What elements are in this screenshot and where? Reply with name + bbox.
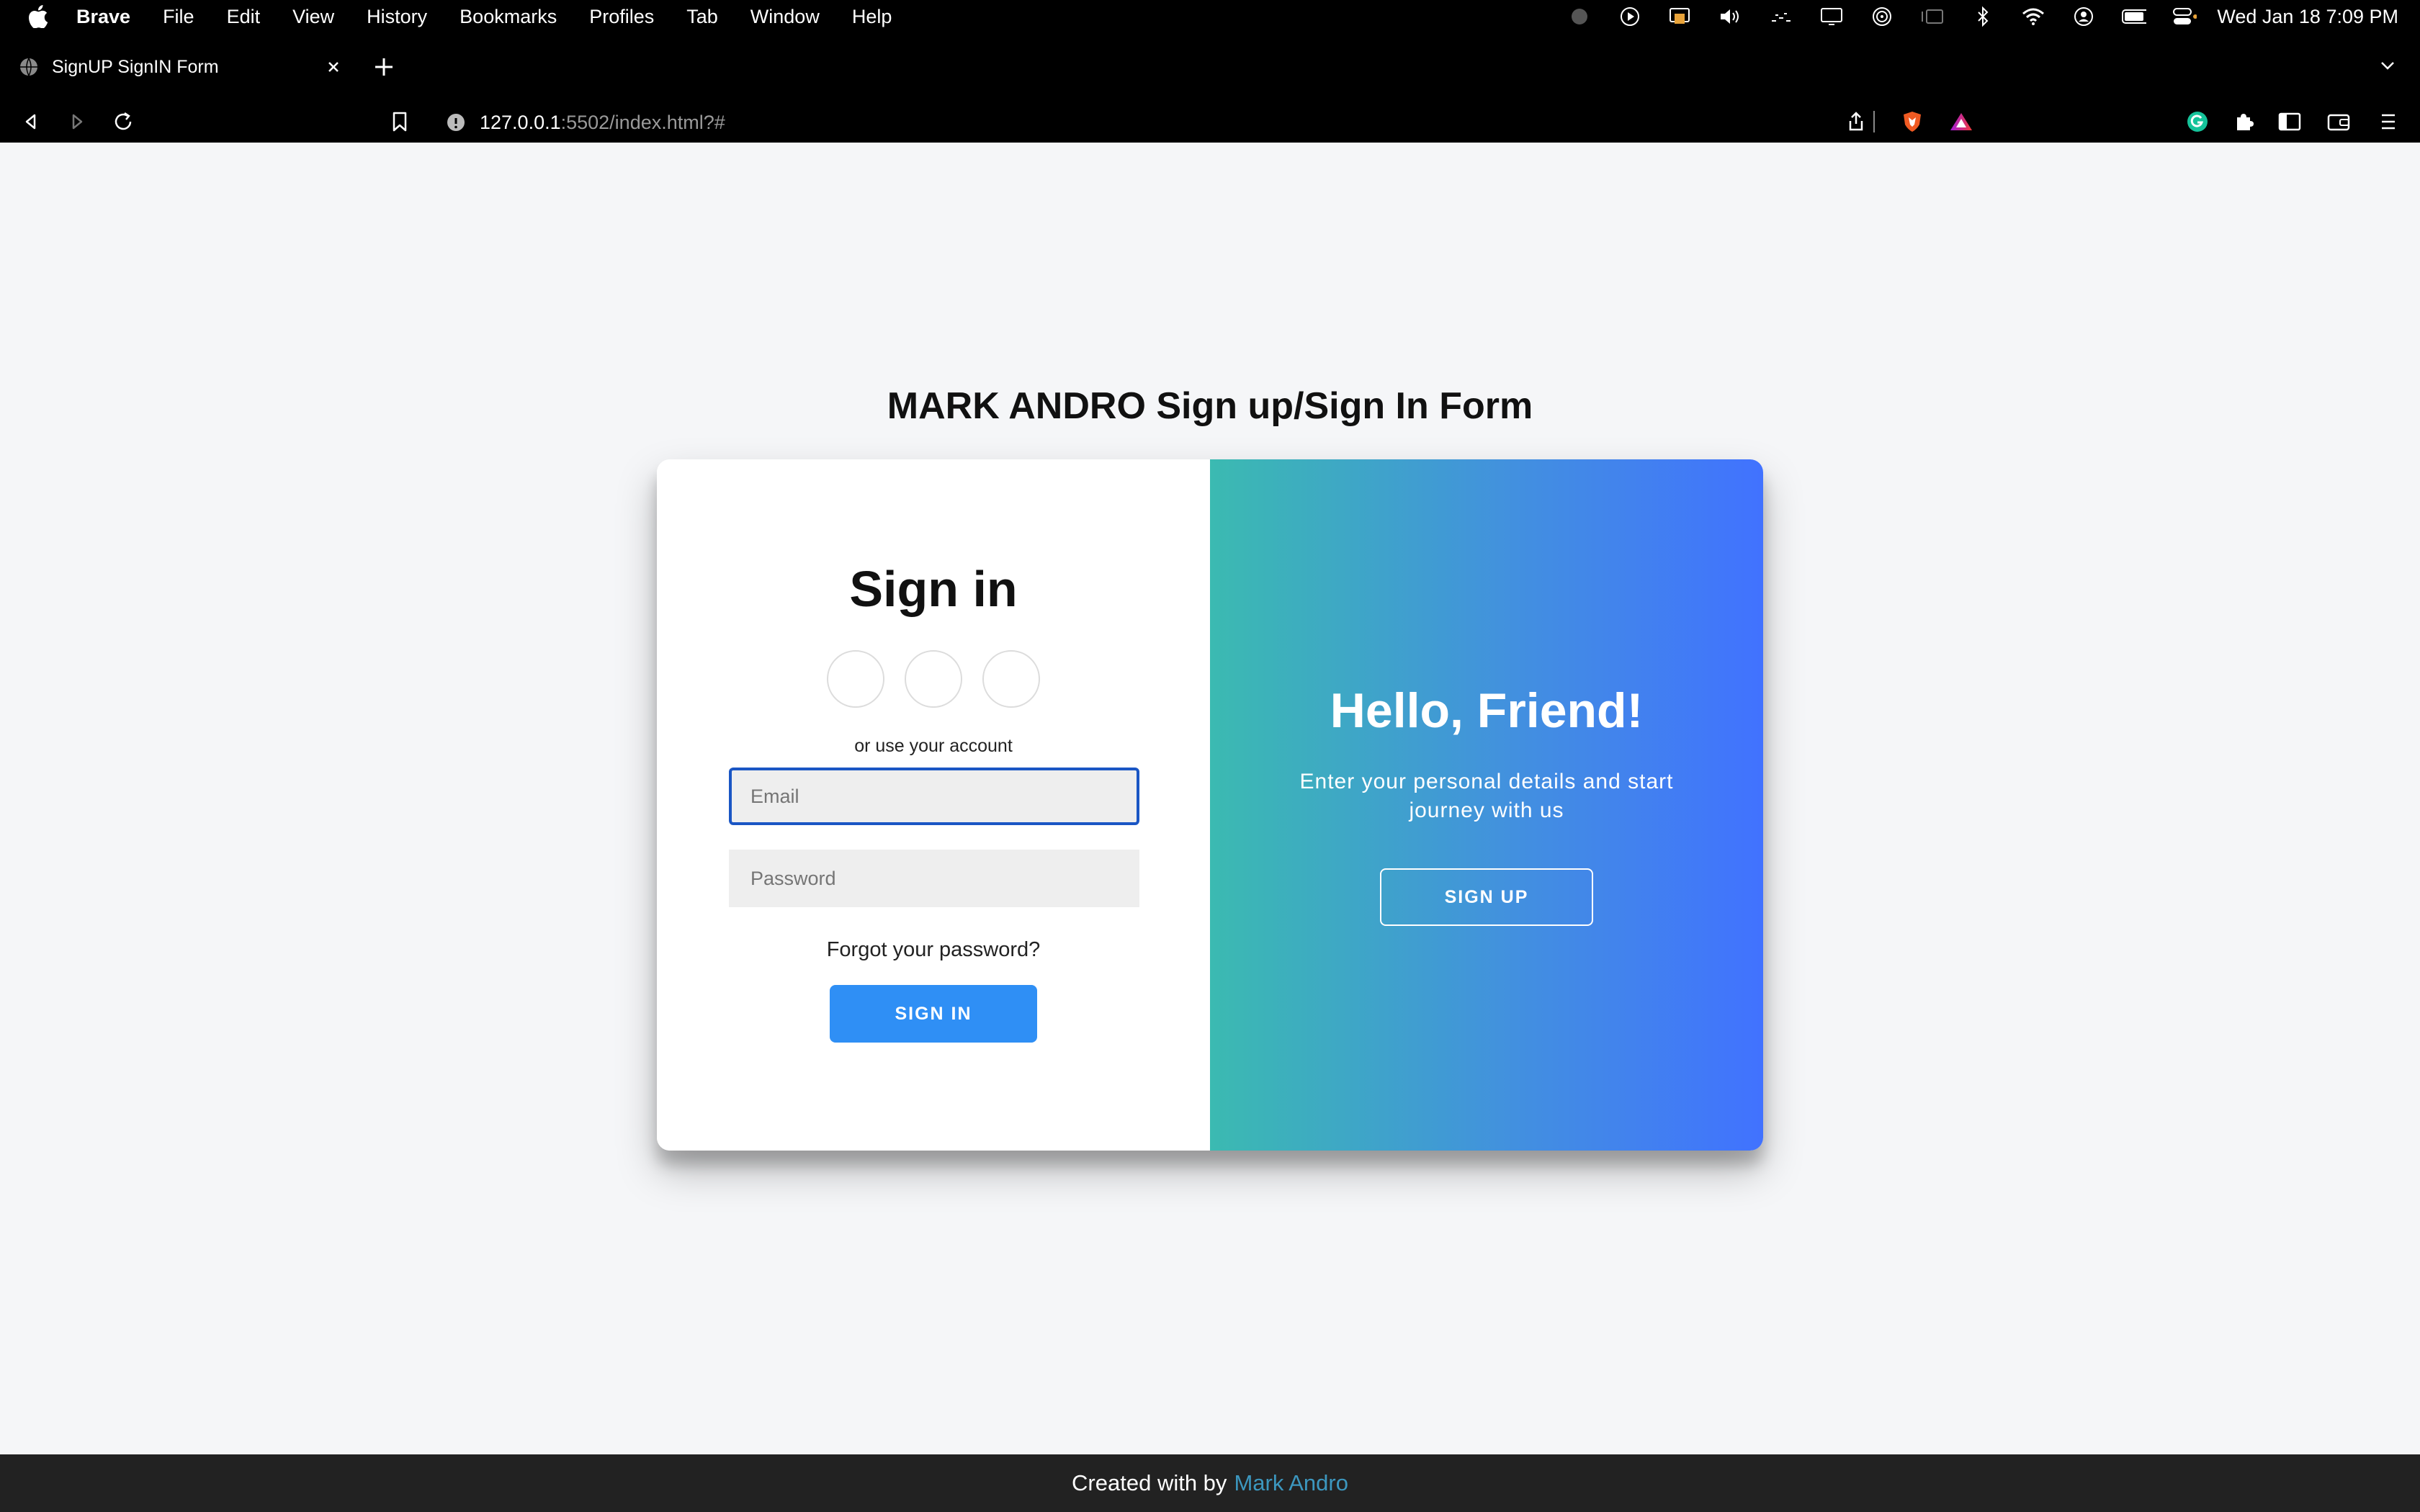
status-area: Wed Jan 18 7:09 PM <box>1541 6 2420 28</box>
play-icon[interactable] <box>1618 6 1642 27</box>
password-field[interactable] <box>729 850 1139 907</box>
chevron-down-icon[interactable] <box>2377 55 2398 76</box>
share-icon[interactable] <box>1844 109 1868 134</box>
control-center-icon[interactable] <box>2172 6 2197 27</box>
info-icon[interactable] <box>447 113 465 132</box>
sidebar-toggle-icon[interactable] <box>2277 109 2302 134</box>
menubar-clock[interactable]: Wed Jan 18 7:09 PM <box>2217 6 2398 28</box>
user-account-icon[interactable] <box>2071 6 2096 27</box>
screen-mirror-icon[interactable] <box>1668 6 1693 27</box>
overlay-text: Enter your personal details and start jo… <box>1299 770 1674 822</box>
stage-manager-icon[interactable] <box>1920 6 1945 27</box>
forward-icon[interactable] <box>65 109 89 134</box>
menu-bookmarks[interactable]: Bookmarks <box>460 6 557 28</box>
browser-toolbar: 127.0.0.1:5502/index.html?# <box>0 101 2420 143</box>
record-icon[interactable] <box>1567 6 1592 27</box>
signin-panel: Sign in or use your account Forgot your … <box>657 459 1210 1151</box>
url-host: 127.0.0.1 <box>480 111 561 133</box>
menu-profiles[interactable]: Profiles <box>589 6 654 28</box>
menu-view[interactable]: View <box>292 6 334 28</box>
bluetooth-icon[interactable] <box>1971 6 1995 27</box>
menu-tab[interactable]: Tab <box>686 6 718 28</box>
brave-rewards-icon[interactable] <box>1949 109 1973 134</box>
sign-in-button[interactable]: SIGN IN <box>830 985 1037 1043</box>
auth-card: Sign in or use your account Forgot your … <box>657 459 1763 1151</box>
overlay-heading: Hello, Friend! <box>1330 683 1644 738</box>
tab-title: SignUP SignIN Form <box>52 56 219 77</box>
or-use-account-text: or use your account <box>854 736 1013 756</box>
footer-author-link[interactable]: Mark Andro <box>1234 1470 1348 1496</box>
globe-icon <box>20 58 37 76</box>
page-content: MARK ANDRO Sign up/Sign In Form Sign in … <box>0 143 2420 1454</box>
apple-logo-icon[interactable] <box>27 5 49 28</box>
wifi-icon[interactable] <box>2021 6 2045 27</box>
volume-icon[interactable] <box>1718 6 1743 27</box>
wallet-icon[interactable] <box>2326 109 2351 134</box>
menu-app-name[interactable]: Brave <box>76 6 130 28</box>
address-bar[interactable]: 127.0.0.1:5502/index.html?# <box>447 108 725 137</box>
menu-window[interactable]: Window <box>750 6 820 28</box>
airdrop-icon[interactable] <box>1870 6 1894 27</box>
overlay-panel: Hello, Friend! Enter your personal detai… <box>1210 459 1763 1151</box>
display-icon[interactable] <box>1819 6 1844 27</box>
extensions-icon[interactable] <box>2231 109 2256 134</box>
browser-tab-active[interactable]: SignUP SignIN Form <box>0 46 360 88</box>
reload-icon[interactable] <box>111 109 135 134</box>
close-tab-icon[interactable] <box>323 56 344 78</box>
menu-hamburger-icon[interactable] <box>2375 109 2400 134</box>
battery-icon[interactable] <box>2122 6 2147 27</box>
browser-tab-strip: SignUP SignIN Form <box>0 33 2420 101</box>
dictation-icon[interactable] <box>1769 6 1793 27</box>
signin-heading: Sign in <box>849 561 1018 617</box>
toolbar-divider <box>1873 109 1876 134</box>
new-tab-icon[interactable] <box>372 55 396 79</box>
social-login-linkedin-button[interactable] <box>982 650 1040 708</box>
back-icon[interactable] <box>19 109 43 134</box>
grammarly-icon[interactable] <box>2185 109 2210 134</box>
url-path: :5502/index.html?# <box>560 111 725 133</box>
social-login-google-button[interactable] <box>905 650 962 708</box>
forgot-password-link[interactable]: Forgot your password? <box>657 938 1210 962</box>
brave-shields-icon[interactable] <box>1900 109 1924 134</box>
bookmark-icon[interactable] <box>387 109 412 134</box>
footer-text: Created with by <box>1072 1470 1227 1495</box>
menu-help[interactable]: Help <box>852 6 892 28</box>
page-footer: Created with by Mark Andro <box>0 1454 2420 1512</box>
menu-file[interactable]: File <box>163 6 194 28</box>
social-login-facebook-button[interactable] <box>827 650 884 708</box>
menu-edit[interactable]: Edit <box>227 6 261 28</box>
menu-history[interactable]: History <box>367 6 427 28</box>
social-login-group <box>657 650 1210 708</box>
page-title: MARK ANDRO Sign up/Sign In Form <box>887 385 1533 427</box>
sign-up-button[interactable]: SIGN UP <box>1380 868 1593 926</box>
macos-menu-bar: Brave File Edit View History Bookmarks P… <box>0 0 2420 33</box>
email-field[interactable] <box>729 768 1139 825</box>
